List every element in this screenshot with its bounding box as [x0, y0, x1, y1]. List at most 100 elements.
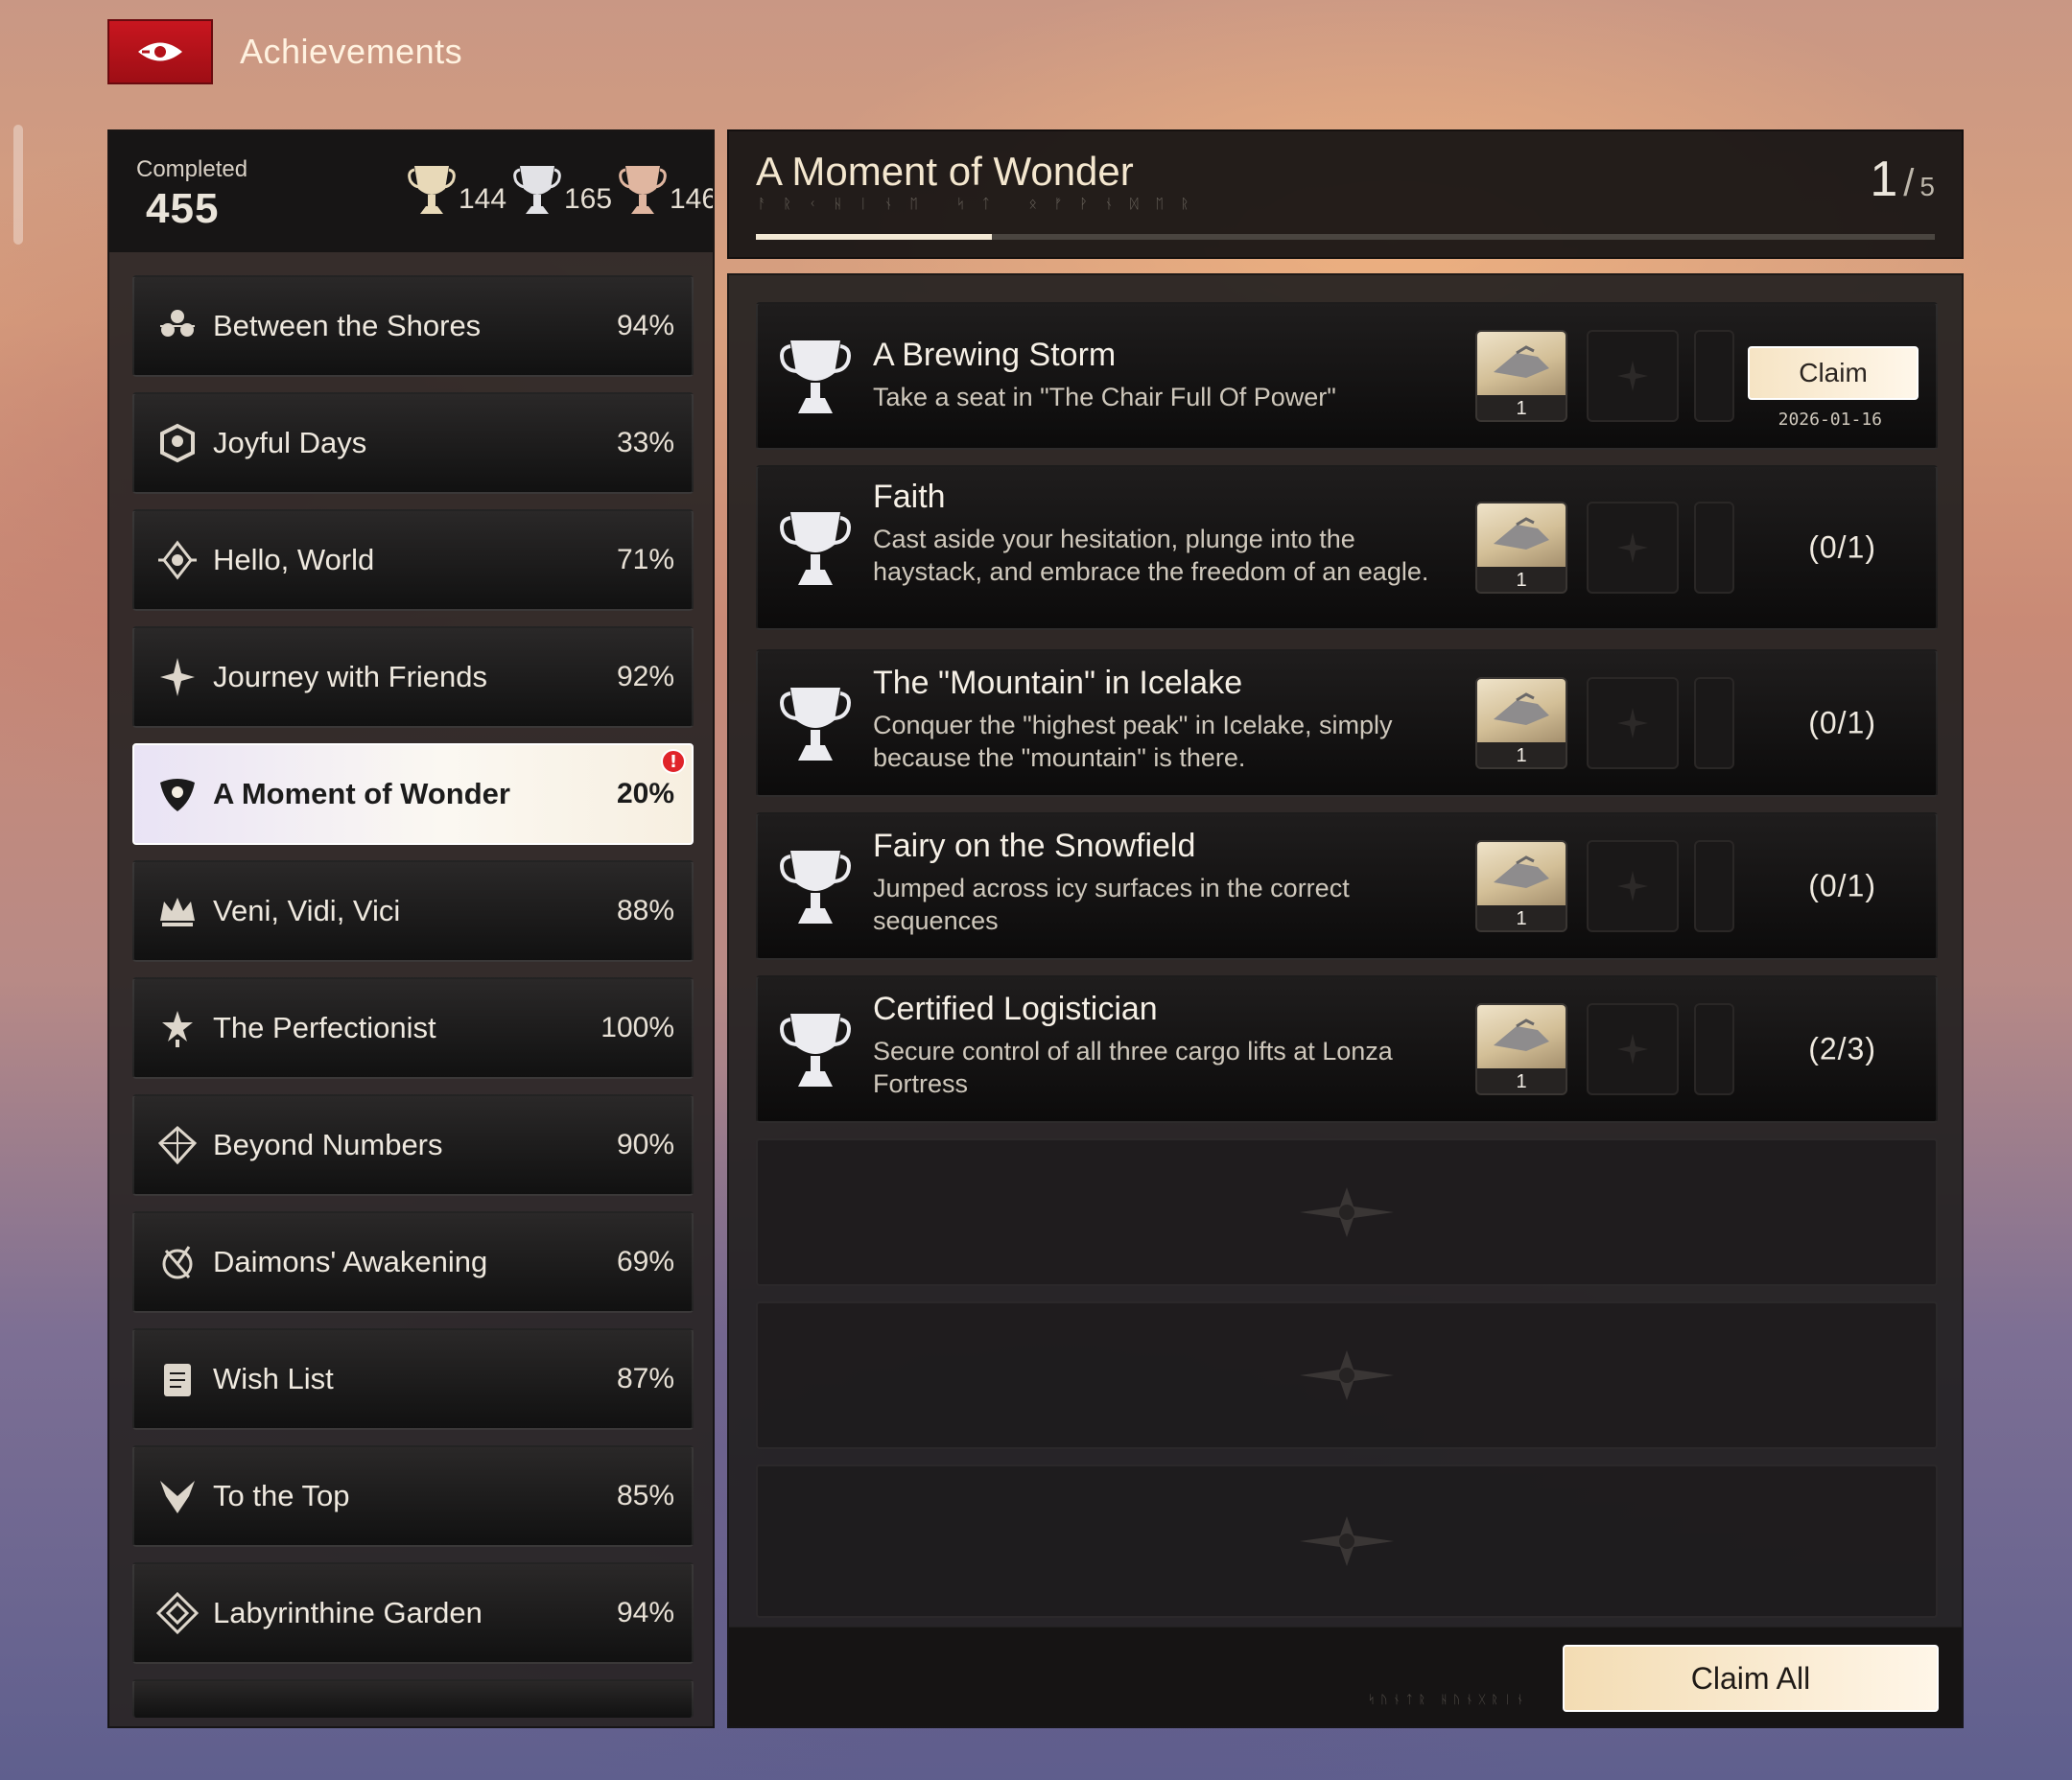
category-percent: 90% — [616, 1129, 674, 1160]
empty-reward-slot — [1587, 502, 1679, 594]
category-percent: 92% — [616, 661, 674, 692]
shores-icon — [153, 302, 201, 350]
category-percent: 33% — [616, 427, 674, 458]
reward-quantity: 1 — [1477, 742, 1566, 767]
sparkle-placeholder-icon — [1617, 361, 1648, 391]
empty-reward-slot — [1587, 840, 1679, 932]
achievement-row: The "Mountain" in Icelake Conquer the "h… — [756, 649, 1938, 797]
page-separator: / — [1903, 162, 1915, 204]
achievement-row: Certified Logistician Secure control of … — [756, 975, 1938, 1123]
empty-reward-slot-partial — [1694, 502, 1734, 594]
achievement-progress: (0/1) — [1808, 529, 1876, 565]
gold-trophy-count: 144 — [459, 183, 507, 215]
completed-count: 455 — [146, 185, 220, 232]
category-item-journey-with-friends[interactable]: Journey with Friends 92% — [132, 626, 694, 728]
reward-quantity: 1 — [1477, 1068, 1566, 1093]
empty-reward-slot — [1587, 330, 1679, 422]
category-item-the-perfectionist[interactable]: The Perfectionist 100% — [132, 977, 694, 1079]
sparkle-placeholder-icon — [1617, 1034, 1648, 1065]
claim-date: 2026-01-16 — [1778, 410, 1882, 430]
journey-friends-icon — [153, 653, 201, 701]
grey-boot-icon — [1494, 345, 1549, 378]
back-eye-icon — [138, 42, 182, 61]
decorative-runes: ᛋᚢᚾᛏᚱ ᚺᚢᚾᚷᚱᛁᚾ — [1368, 1693, 1530, 1706]
claim-all-button[interactable]: Claim All — [1563, 1645, 1939, 1712]
silver-trophy-count: 165 — [564, 183, 613, 215]
achievement-progress: (0/1) — [1808, 705, 1876, 740]
category-percent: 85% — [616, 1480, 674, 1511]
to-the-top-icon — [153, 1472, 201, 1520]
detail-footer: ᛋᚢᚾᛏᚱ ᚺᚢᚾᚷᚱᛁᚾ Claim All — [729, 1627, 1962, 1726]
achievement-name: A Brewing Storm — [873, 337, 1117, 373]
category-progress-fill — [756, 234, 992, 240]
category-item-daimons-awakening[interactable]: Daimons' Awakening 69% — [132, 1211, 694, 1313]
category-list: Between the Shores 94% Joyful Days 33% H… — [132, 275, 694, 1726]
category-item-to-the-top[interactable]: To the Top 85% — [132, 1445, 694, 1547]
category-item-a-moment-of-wonder[interactable]: A Moment of Wonder 20% ! — [132, 743, 694, 845]
achievement-name: Fairy on the Snowfield — [873, 828, 1196, 864]
empty-achievement-slot — [756, 1301, 1938, 1449]
perfectionist-icon — [153, 1004, 201, 1052]
category-percent: 88% — [616, 895, 674, 926]
page-current: 1 — [1870, 152, 1898, 207]
reward-item[interactable]: 1 — [1475, 502, 1567, 594]
achievement-description: Cast aside your hesitation, plunge into … — [873, 525, 1429, 586]
silver-trophy-icon — [780, 512, 851, 585]
reward-item[interactable]: 1 — [1475, 840, 1567, 932]
sparkle-placeholder-icon — [1617, 708, 1648, 738]
empty-achievement-slot — [756, 1138, 1938, 1286]
grey-boot-icon — [1494, 855, 1549, 888]
category-item-partial[interactable] — [132, 1679, 694, 1718]
category-item-wish-list[interactable]: Wish List 87% — [132, 1328, 694, 1430]
category-item-between-the-shores[interactable]: Between the Shores 94% — [132, 275, 694, 377]
reward-item[interactable]: 1 — [1475, 330, 1567, 422]
grey-boot-icon — [1494, 692, 1549, 725]
silver-trophy-icon — [780, 1014, 851, 1087]
category-item-labyrinthine-garden[interactable]: Labyrinthine Garden 94% — [132, 1562, 694, 1664]
empty-reward-slot — [1587, 677, 1679, 769]
page-total: 5 — [1919, 172, 1935, 201]
bronze-trophy-count: 146 — [670, 183, 715, 215]
completed-label: Completed — [136, 156, 248, 182]
achievement-row: Faith Cast aside your hesitation, plunge… — [756, 465, 1938, 630]
category-label: Wish List — [213, 1362, 334, 1395]
category-item-joyful-days[interactable]: Joyful Days 33% — [132, 392, 694, 494]
category-label: To the Top — [213, 1479, 350, 1512]
reward-quantity: 1 — [1477, 395, 1566, 420]
new-alert-badge: ! — [661, 749, 686, 774]
achievement-description: Secure control of all three cargo lifts … — [873, 1037, 1393, 1098]
category-percent: 94% — [616, 310, 674, 341]
silver-trophy-icon — [780, 688, 851, 761]
reward-item[interactable]: 1 — [1475, 677, 1567, 769]
detail-title: A Moment of Wonder — [756, 149, 1134, 194]
reward-item[interactable]: 1 — [1475, 1003, 1567, 1095]
achievement-progress: (2/3) — [1808, 1031, 1876, 1066]
emblem-placeholder-icon — [1300, 1187, 1394, 1237]
empty-reward-slot — [1587, 1003, 1679, 1095]
category-label: Beyond Numbers — [213, 1128, 443, 1161]
reward-quantity: 1 — [1477, 567, 1566, 592]
joyful-days-icon — [153, 419, 201, 467]
category-label: Journey with Friends — [213, 660, 488, 693]
reward-thumbnail — [1477, 504, 1566, 567]
reward-thumbnail — [1477, 1005, 1566, 1068]
daimon-icon — [153, 1238, 201, 1286]
category-item-beyond-numbers[interactable]: Beyond Numbers 90% — [132, 1094, 694, 1196]
left-scroll-indicator[interactable] — [13, 125, 23, 245]
wonder-icon — [153, 770, 201, 818]
silver-trophy-icon — [780, 340, 851, 413]
sparkle-placeholder-icon — [1617, 532, 1648, 563]
category-item-hello-world[interactable]: Hello, World 71% — [132, 509, 694, 611]
labyrinth-icon — [153, 1589, 201, 1637]
back-button[interactable] — [107, 19, 213, 84]
bronze-trophy-tally: 146 — [618, 162, 715, 218]
claim-button[interactable]: Claim — [1748, 346, 1919, 400]
category-percent: 87% — [616, 1363, 674, 1394]
achievement-row: A Brewing Storm Take a seat in "The Chai… — [756, 302, 1938, 450]
category-percent: 94% — [616, 1597, 674, 1628]
category-progress-bar — [756, 234, 1935, 240]
empty-reward-slot-partial — [1694, 840, 1734, 932]
gold-trophy-icon — [408, 166, 456, 214]
category-item-veni-vidi-vici[interactable]: Veni, Vidi, Vici 88% — [132, 860, 694, 962]
gold-trophy-tally: 144 — [407, 162, 506, 218]
